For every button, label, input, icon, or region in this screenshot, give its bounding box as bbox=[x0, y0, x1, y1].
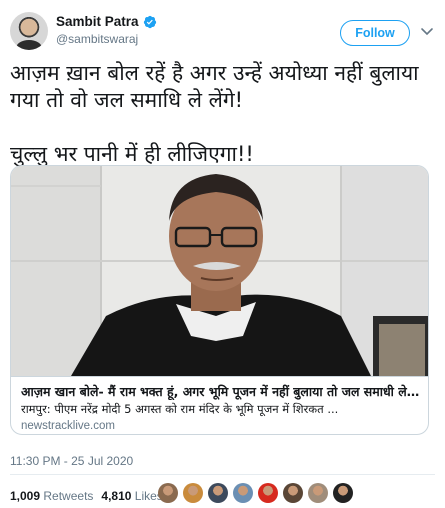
retweets-stat[interactable]: 1,009 Retweets bbox=[10, 489, 93, 503]
likes-stat[interactable]: 4,810 Likes bbox=[101, 489, 162, 503]
liker-avatar[interactable] bbox=[233, 483, 253, 503]
liker-avatars bbox=[158, 483, 353, 503]
tweet: Sambit Patra @sambitswaraj Follow आज़म ख… bbox=[0, 0, 445, 508]
card-domain[interactable]: newstracklive.com bbox=[21, 420, 420, 432]
liker-avatar[interactable] bbox=[183, 483, 203, 503]
liker-avatar[interactable] bbox=[333, 483, 353, 503]
likes-count: 4,810 bbox=[101, 489, 132, 503]
author-name-row[interactable]: Sambit Patra bbox=[56, 14, 157, 29]
author-name[interactable]: Sambit Patra bbox=[56, 14, 139, 29]
author-avatar[interactable] bbox=[10, 12, 48, 50]
author-handle[interactable]: @sambitswaraj bbox=[56, 32, 138, 46]
card-title[interactable]: आज़म खान बोले- मैं राम भक्त हूं, अगर भूम… bbox=[21, 383, 420, 400]
link-card[interactable]: आज़म खान बोले- मैं राम भक्त हूं, अगर भूम… bbox=[10, 165, 429, 435]
divider bbox=[10, 474, 435, 475]
liker-avatar[interactable] bbox=[258, 483, 278, 503]
card-body[interactable]: आज़म खान बोले- मैं राम भक्त हूं, अगर भूम… bbox=[11, 376, 428, 434]
card-photo bbox=[11, 166, 428, 376]
retweets-count: 1,009 bbox=[10, 489, 41, 503]
card-description: रामपुर: पीएम नरेंद्र मोदी 5 अगस्त को राम… bbox=[21, 402, 339, 416]
follow-button[interactable]: Follow bbox=[340, 20, 410, 46]
tweet-text: आज़म ख़ान बोल रहें है अगर उन्हें अयोध्या… bbox=[10, 61, 419, 166]
liker-avatar[interactable] bbox=[283, 483, 303, 503]
liker-avatar[interactable] bbox=[308, 483, 328, 503]
retweets-label: Retweets bbox=[43, 489, 94, 503]
card-image[interactable] bbox=[11, 166, 428, 376]
engagement-stats: 1,009 Retweets 4,810 Likes bbox=[10, 489, 163, 503]
verified-badge-icon bbox=[143, 15, 156, 28]
tweet-timestamp[interactable]: 11:30 PM - 25 Jul 2020 bbox=[10, 454, 133, 468]
liker-avatar[interactable] bbox=[208, 483, 228, 503]
chevron-down-icon[interactable] bbox=[420, 26, 434, 38]
liker-avatar[interactable] bbox=[158, 483, 178, 503]
